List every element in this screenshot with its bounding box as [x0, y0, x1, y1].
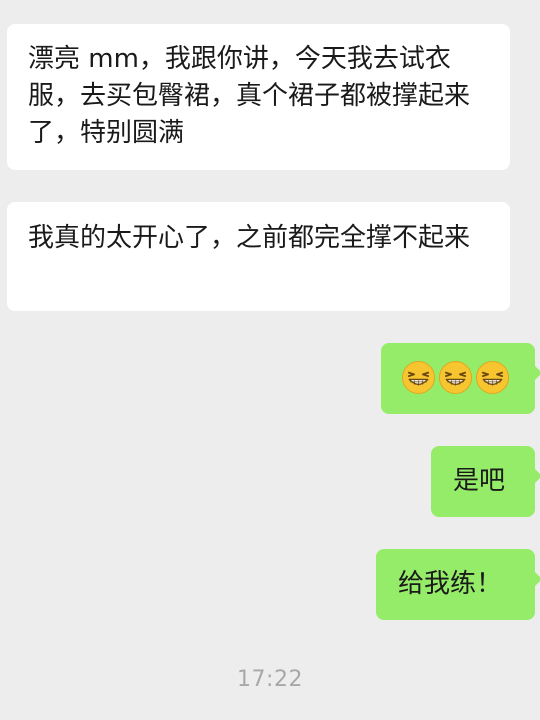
grin-emoji-icon — [475, 360, 510, 395]
message-text: 是吧 — [453, 466, 506, 496]
incoming-message-bubble[interactable]: 我真的太开心了，之前都完全撑不起来 — [7, 202, 510, 311]
grin-emoji-icon — [401, 360, 436, 395]
emoji-row — [401, 360, 510, 395]
outgoing-message-bubble[interactable]: 是吧 — [431, 446, 540, 517]
chat-thread: 漂亮 mm，我跟你讲，今天我去试衣服，去买包臀裙，真个裙子都被撑起来了，特别圆满… — [0, 0, 540, 720]
message-timestamp: 17:22 — [237, 667, 303, 692]
message-text: 漂亮 mm，我跟你讲，今天我去试衣服，去买包臀裙，真个裙子都被撑起来了，特别圆满 — [28, 44, 471, 148]
message-text: 给我练！ — [398, 569, 503, 599]
message-text: 我真的太开心了，之前都完全撑不起来 — [28, 223, 471, 253]
grin-emoji-icon — [438, 360, 473, 395]
outgoing-emoji-bubble[interactable] — [381, 343, 540, 414]
outgoing-message-bubble[interactable]: 给我练！ — [376, 549, 540, 620]
incoming-message-bubble[interactable]: 漂亮 mm，我跟你讲，今天我去试衣服，去买包臀裙，真个裙子都被撑起来了，特别圆满 — [7, 24, 510, 170]
